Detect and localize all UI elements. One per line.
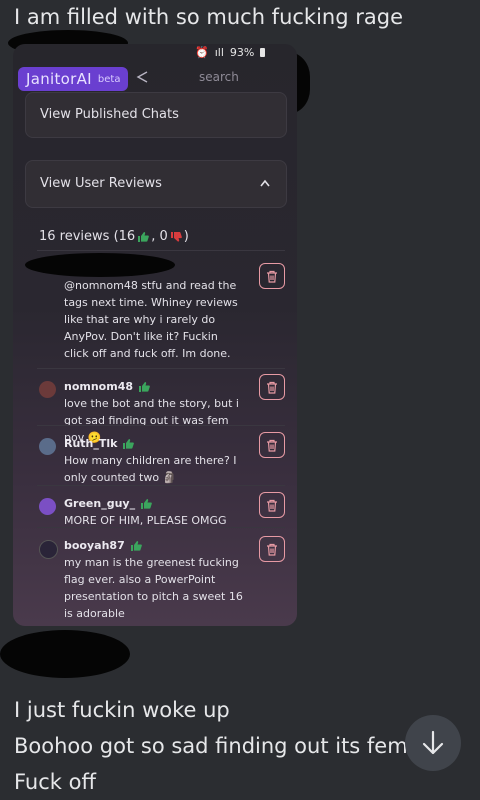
delete-review-button[interactable]	[259, 432, 285, 458]
review-username: Green_guy_	[64, 497, 152, 510]
reviews-count: 16 reviews (16 , 0 )	[39, 229, 189, 244]
alarm-icon: ⏰	[195, 46, 209, 59]
reviews-count-prefix: 16 reviews (16	[39, 229, 136, 244]
review-item: @nomnom48 stfu and read the tags next ti…	[25, 250, 285, 369]
avatar	[39, 381, 56, 398]
published-chats-toggle[interactable]: View Published Chats	[25, 92, 287, 138]
review-item: Green_guy_ MORE OF HIM, PLEASE OMGG	[37, 485, 285, 528]
review-username: Ruth_Tlk	[64, 437, 135, 450]
thumbs-up-icon	[139, 381, 150, 392]
battery-level: 93%	[229, 46, 255, 59]
avatar	[39, 540, 58, 559]
arrow-down-icon	[422, 730, 444, 755]
thumbs-up-icon	[138, 231, 150, 242]
user-reviews-toggle[interactable]: View User Reviews	[25, 160, 287, 208]
search-input[interactable]: search	[199, 70, 239, 84]
reviews-count-mid: , 0	[151, 229, 168, 244]
message-line: Fuck off	[14, 770, 96, 794]
review-item: booyah87 my man is the greenest fucking …	[37, 527, 285, 626]
message-line: I am filled with so much fucking rage	[14, 5, 403, 29]
review-username: booyah87	[64, 539, 142, 552]
signal-icon: ıll	[214, 46, 224, 59]
collapse-icon[interactable]	[135, 70, 149, 84]
delete-review-button[interactable]	[259, 492, 285, 518]
status-bar: ⏰ ıll 93%	[195, 46, 266, 59]
thumbs-up-icon	[141, 498, 152, 509]
published-chats-label: View Published Chats	[40, 107, 179, 122]
app-name: JanitorAI	[26, 70, 92, 88]
review-text: @nomnom48 stfu and read the tags next ti…	[64, 279, 238, 360]
trash-icon	[267, 381, 277, 394]
beta-badge: beta	[97, 73, 121, 85]
trash-icon	[267, 270, 277, 283]
message-line: Boohoo got so sad finding out its fempov	[14, 734, 447, 758]
thumbs-up-icon	[130, 540, 142, 551]
redaction-blob	[25, 253, 175, 277]
review-text: my man is the greenest fucking flag ever…	[64, 556, 243, 620]
delete-review-button[interactable]	[259, 536, 285, 562]
review-item: nomnom48 love the bot and the story, but…	[37, 368, 285, 444]
review-username: nomnom48	[64, 380, 150, 393]
trash-icon	[267, 499, 277, 512]
trash-icon	[267, 543, 277, 556]
scroll-down-button[interactable]	[405, 715, 461, 771]
embedded-screenshot[interactable]: ⏰ ıll 93% JanitorAI beta search View Pub…	[13, 44, 297, 626]
review-item: Ruth_Tlk How many children are there? I …	[37, 425, 285, 486]
delete-review-button[interactable]	[259, 374, 285, 400]
redaction-blob	[0, 630, 130, 678]
message-line: I just fuckin woke up	[14, 698, 230, 722]
trash-icon	[267, 439, 277, 452]
reviews-count-suffix: )	[183, 229, 189, 244]
thumbs-down-icon	[170, 231, 182, 242]
app-logo[interactable]: JanitorAI beta	[18, 67, 129, 91]
avatar	[39, 438, 56, 455]
user-reviews-label: View User Reviews	[40, 176, 162, 191]
chevron-up-icon	[260, 179, 270, 187]
review-text: How many children are there? I only coun…	[64, 454, 237, 484]
battery-icon	[260, 48, 266, 57]
delete-review-button[interactable]	[259, 263, 285, 289]
avatar	[39, 498, 56, 515]
thumbs-up-icon	[123, 438, 135, 449]
